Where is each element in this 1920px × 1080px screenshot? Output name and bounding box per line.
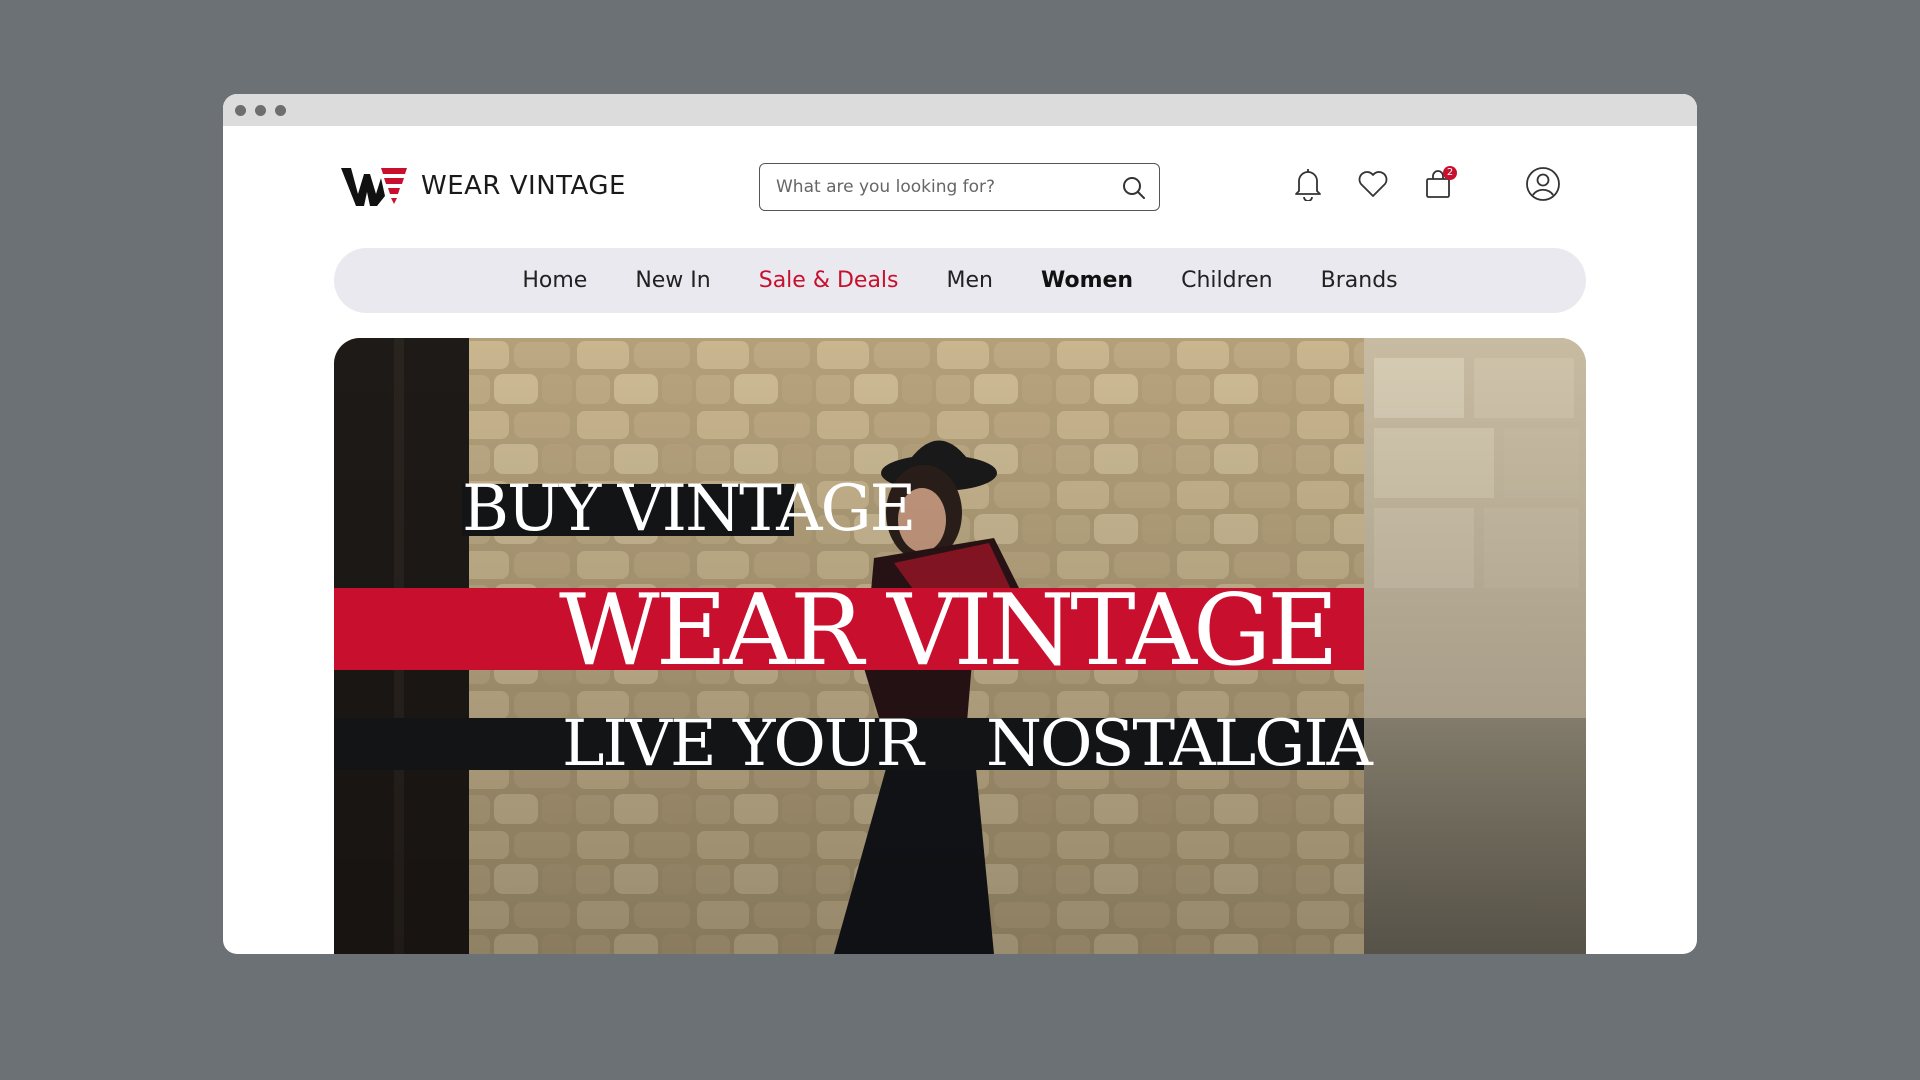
nav-item-men[interactable]: Men bbox=[947, 268, 993, 293]
cart-count-badge: 2 bbox=[1443, 166, 1457, 180]
browser-window: WEAR VINTAGE 2 bbox=[223, 94, 1697, 954]
nav-item-women[interactable]: Women bbox=[1041, 268, 1133, 293]
nav-item-sale-deals[interactable]: Sale & Deals bbox=[759, 268, 899, 293]
hero-headline-live-your: LIVE YOUR bbox=[562, 707, 924, 781]
hero-headline-nostalgia: NOSTALGIA bbox=[986, 707, 1373, 781]
nav-item-home[interactable]: Home bbox=[522, 268, 587, 293]
cart-button[interactable]: 2 bbox=[1420, 164, 1457, 204]
wishlist-button[interactable] bbox=[1355, 164, 1391, 204]
nav-item-brands[interactable]: Brands bbox=[1321, 268, 1398, 293]
window-titlebar bbox=[223, 94, 1697, 126]
brand-logo-icon bbox=[341, 168, 407, 206]
nav-item-children[interactable]: Children bbox=[1181, 268, 1273, 293]
nav-item-new-in[interactable]: New In bbox=[635, 268, 710, 293]
brand-logo[interactable]: WEAR VINTAGE bbox=[341, 166, 626, 206]
search-icon[interactable] bbox=[1121, 175, 1147, 201]
heart-icon bbox=[1358, 171, 1388, 197]
search-input[interactable] bbox=[774, 164, 1104, 210]
window-close-button[interactable] bbox=[235, 105, 246, 116]
hero-banner[interactable]: BUY VINTAGE WEAR VINTAGE LIVE YOUR NOSTA… bbox=[334, 338, 1586, 954]
window-minimize-button[interactable] bbox=[255, 105, 266, 116]
bell-icon bbox=[1295, 169, 1321, 201]
hero-headline-wear-vintage: WEAR VINTAGE bbox=[559, 574, 1339, 688]
account-button[interactable] bbox=[1525, 164, 1561, 204]
main-navigation: Home New In Sale & Deals Men Women Child… bbox=[334, 248, 1586, 313]
user-circle-icon bbox=[1526, 167, 1560, 201]
search-box bbox=[759, 163, 1160, 211]
window-maximize-button[interactable] bbox=[275, 105, 286, 116]
notifications-button[interactable] bbox=[1290, 164, 1326, 204]
brand-name: WEAR VINTAGE bbox=[421, 171, 626, 201]
hero-headline-buy-vintage: BUY VINTAGE bbox=[462, 472, 916, 546]
